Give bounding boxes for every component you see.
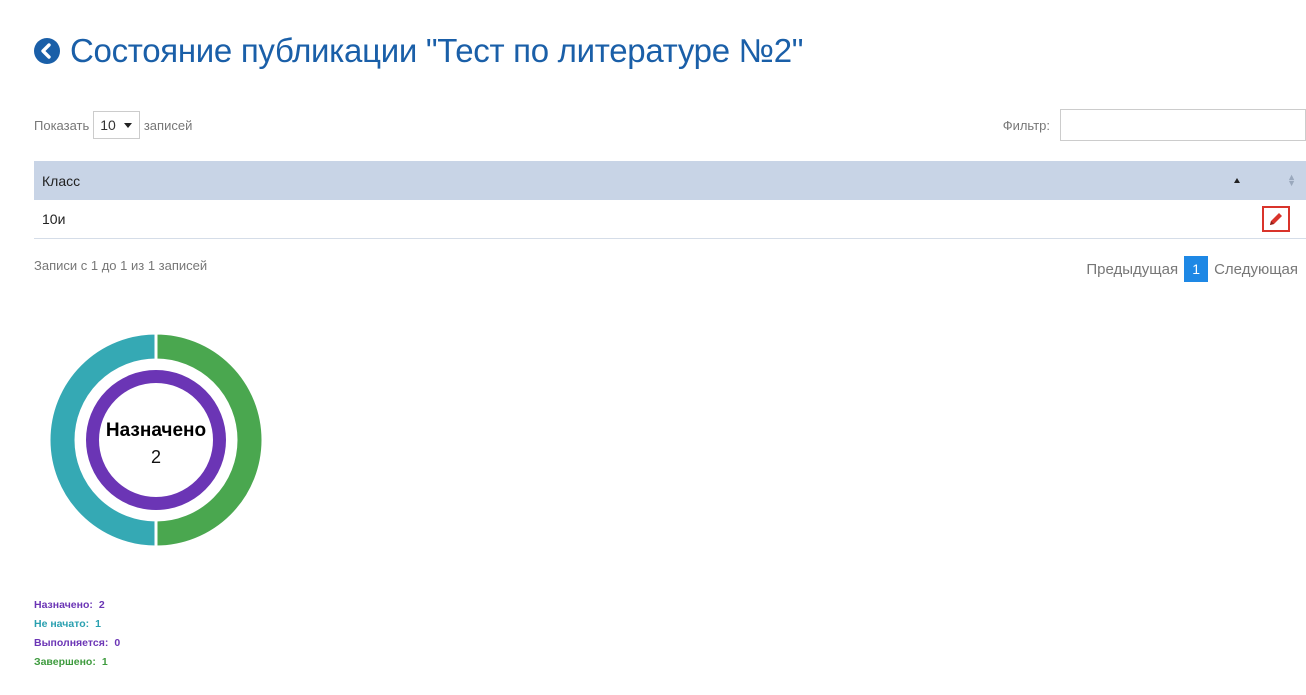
- table-info: Записи с 1 до 1 из 1 записей: [34, 258, 208, 273]
- prev-page-button[interactable]: Предыдущая: [1086, 261, 1178, 278]
- table-header-row: Класс ▲ ▼: [34, 161, 1306, 200]
- page-title: Состояние публикации "Тест по литературе…: [70, 32, 804, 69]
- back-arrow-icon[interactable]: [34, 38, 60, 64]
- class-table: Класс ▲ ▼ 10и: [34, 161, 1306, 239]
- donut-center-value: 2: [151, 447, 161, 467]
- status-legend: Назначено: 2 Не начато: 1 Выполняется: 0 Завер…: [34, 596, 120, 672]
- class-cell: 10и: [42, 210, 66, 227]
- legend-value: 1: [101, 656, 108, 668]
- column-header-actions[interactable]: ▲ ▼: [1254, 161, 1306, 200]
- legend-value: 1: [95, 618, 101, 630]
- legend-item: Назначено: 2: [34, 596, 120, 615]
- legend-label: Назначено:: [34, 599, 93, 611]
- legend-item: Не начато: 1: [34, 615, 120, 634]
- current-page-button[interactable]: 1: [1184, 256, 1209, 282]
- pagination: Предыдущая 1 Следующая: [1086, 256, 1298, 282]
- chevron-down-icon: [123, 122, 132, 128]
- donut-center-label: Назначено: [106, 420, 206, 441]
- column-header-class[interactable]: Класс: [34, 161, 1254, 200]
- status-donut-chart: Назначено 2: [48, 332, 264, 548]
- legend-label: Не начато:: [34, 618, 90, 630]
- filter-input[interactable]: [1060, 109, 1306, 141]
- next-page-button[interactable]: Следующая: [1214, 261, 1298, 278]
- table-row[interactable]: 10и: [34, 200, 1306, 238]
- records-label: записей: [143, 117, 193, 133]
- legend-label: Выполняется:: [34, 637, 109, 649]
- page-title-bar: Состояние публикации "Тест по литературе…: [34, 26, 804, 76]
- legend-item: Завершено: 1: [34, 653, 120, 672]
- actions-cell: [1254, 200, 1306, 238]
- sort-ascending-icon: [1234, 178, 1240, 183]
- length-control: Показать 10 записей: [34, 110, 192, 140]
- edit-button[interactable]: [1262, 205, 1290, 232]
- column-header-label: Класс: [42, 172, 81, 189]
- pencil-icon: [1270, 212, 1282, 225]
- show-label: Показать: [34, 117, 90, 133]
- legend-value: 0: [114, 637, 121, 649]
- page-length-value: 10: [100, 117, 116, 133]
- filter-label: Фильтр:: [1002, 117, 1050, 133]
- legend-value: 2: [98, 599, 105, 611]
- sort-both-icon: ▲ ▼: [1287, 172, 1296, 188]
- filter-control: Фильтр:: [1003, 108, 1306, 142]
- legend-item: Выполняется: 0: [34, 634, 120, 653]
- page-length-select[interactable]: 10: [93, 111, 140, 139]
- legend-label: Завершено:: [34, 656, 96, 668]
